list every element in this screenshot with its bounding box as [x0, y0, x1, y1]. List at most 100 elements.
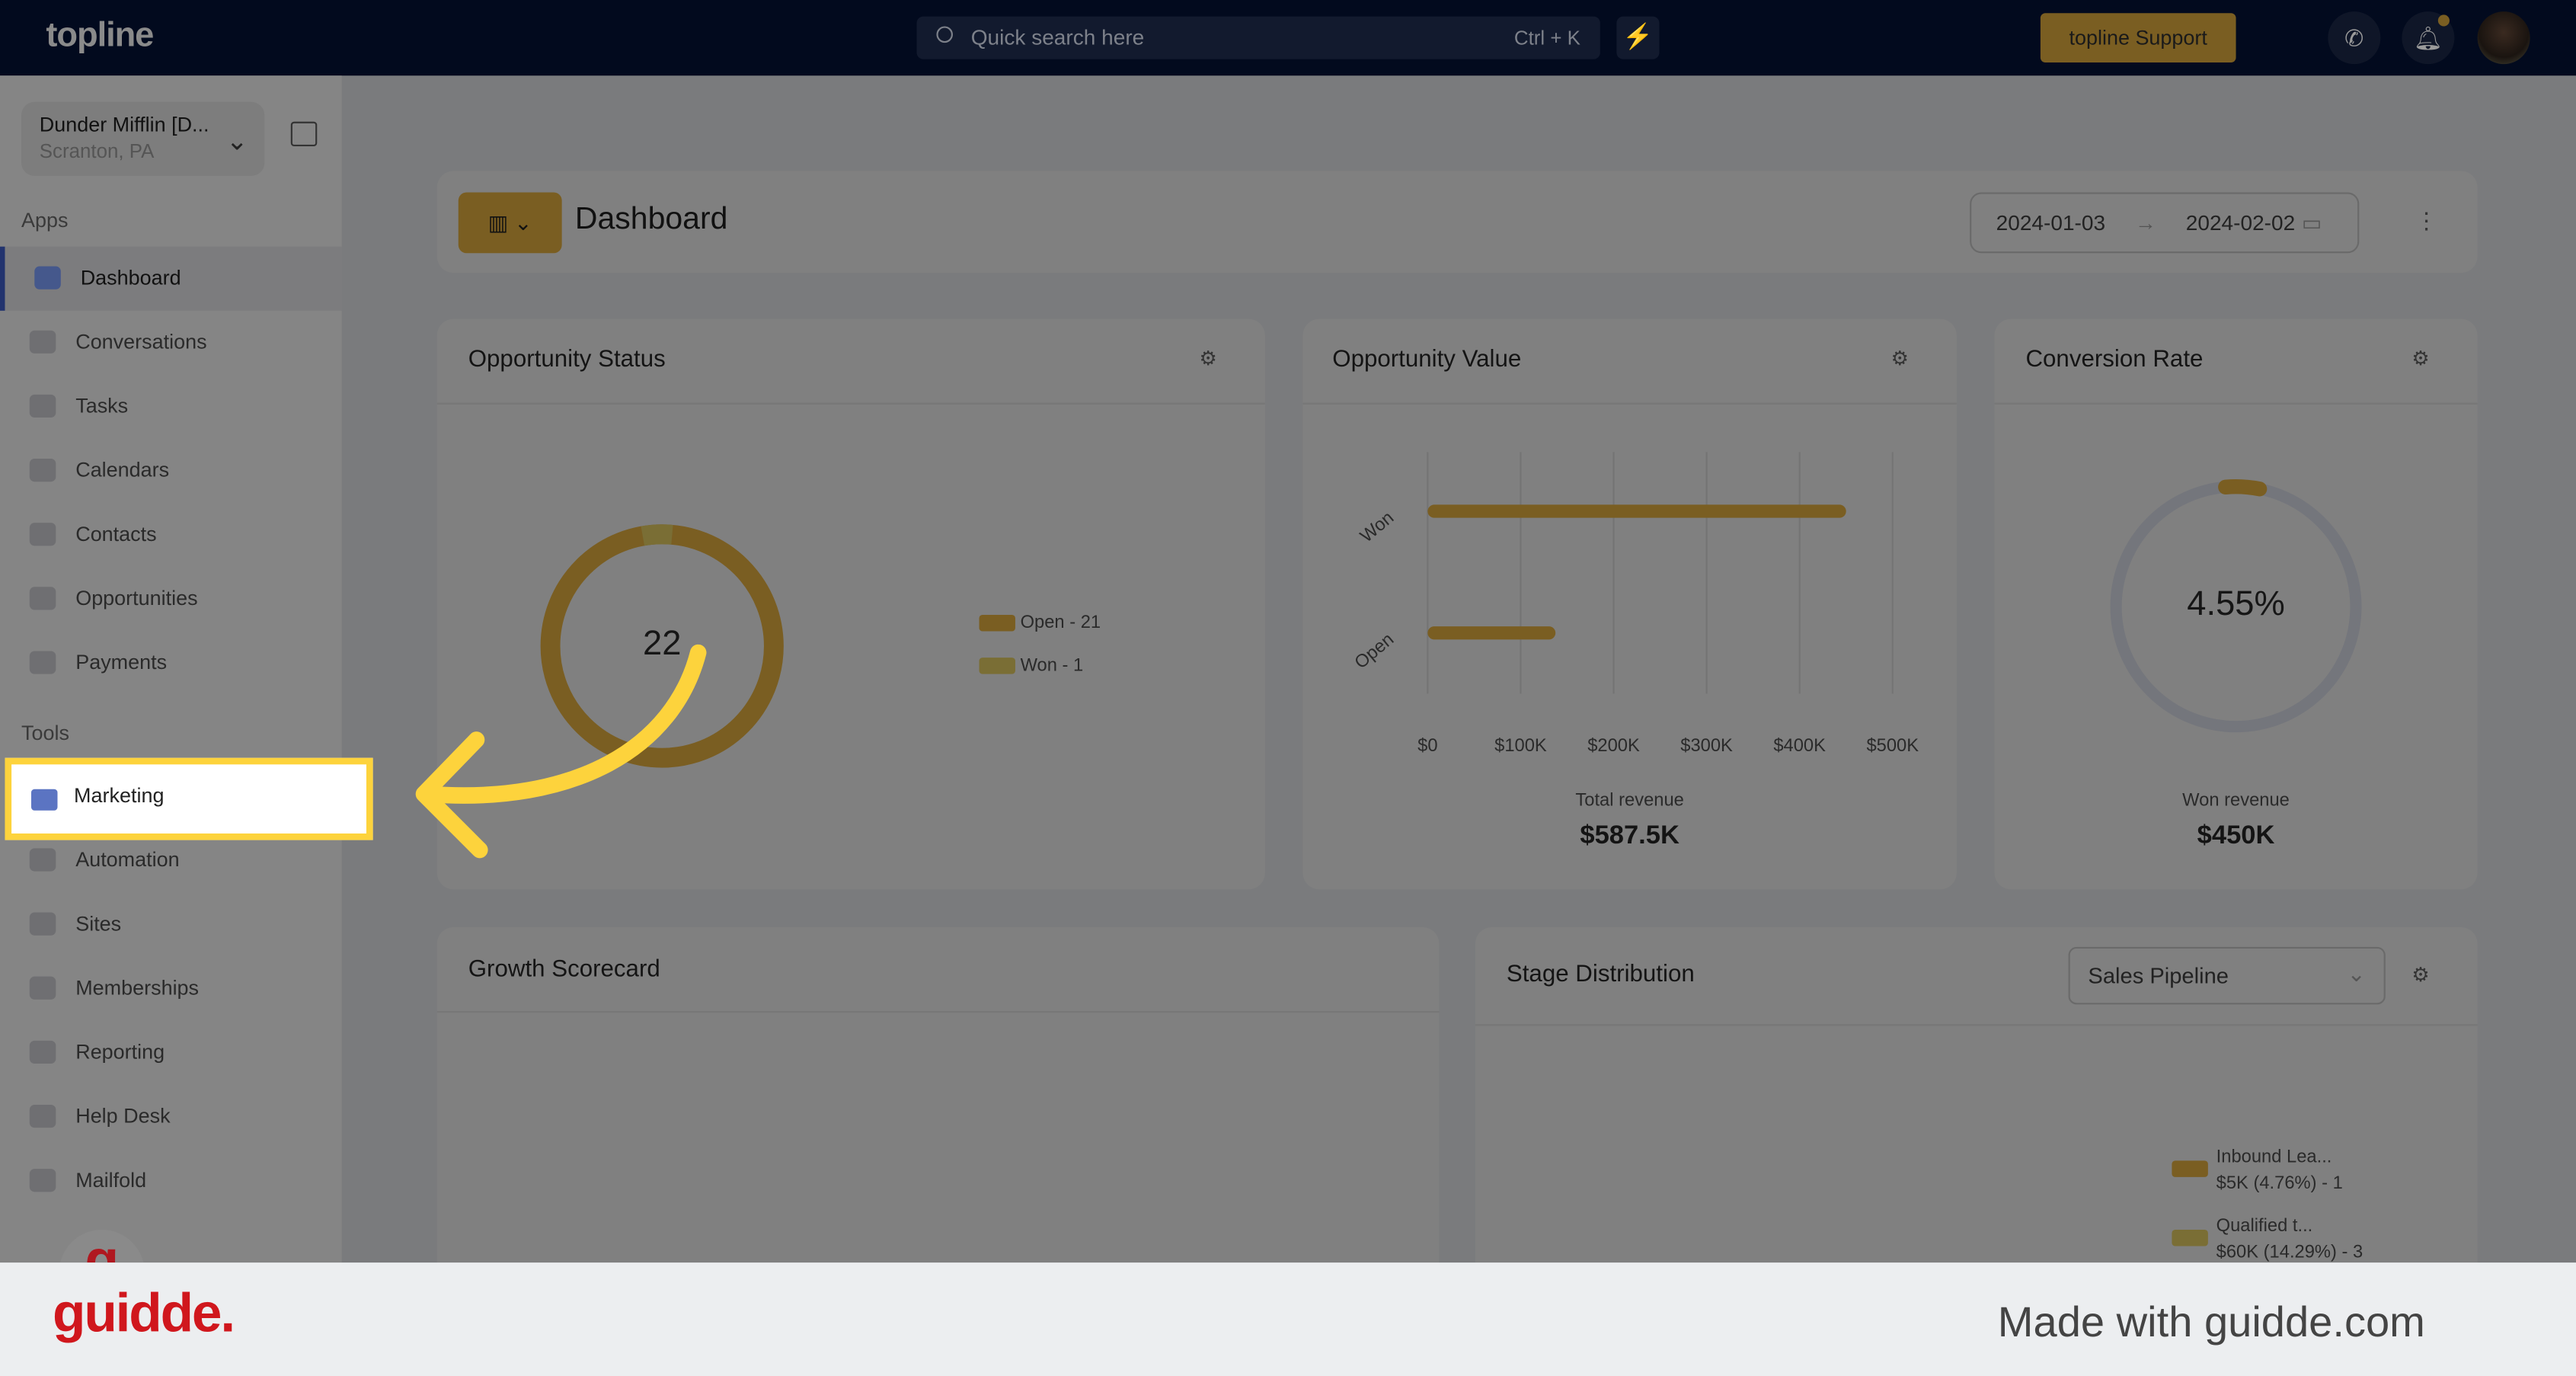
guidde-logo: guidde. — [53, 1282, 235, 1343]
won-revenue-label: Won revenue — [2182, 790, 2290, 811]
app-logo[interactable]: topline — [46, 17, 154, 56]
card-title: Growth Scorecard — [468, 956, 660, 984]
sidebar-item-memberships[interactable]: Memberships — [0, 957, 342, 1021]
phone-icon[interactable]: ✆ — [2328, 11, 2381, 65]
divider — [1475, 1024, 2478, 1026]
sidebar-item-tasks[interactable]: Tasks — [0, 375, 342, 439]
divider — [1994, 402, 2478, 405]
sidebar-item-dashboard[interactable]: Dashboard — [0, 246, 342, 311]
account-switcher[interactable]: Dunder Mifflin [D... Scranton, PA ⌄ — [21, 101, 265, 176]
account-name: Dunder Mifflin [D... — [39, 113, 209, 137]
nav-label: Automation — [75, 848, 180, 872]
chevron-down-icon: ⌄ — [225, 128, 248, 156]
sidebar-item-contacts[interactable]: Contacts — [0, 503, 342, 567]
nav-label: Payments — [75, 651, 168, 674]
x-tick-label: $400K — [1773, 736, 1826, 756]
divider — [1302, 402, 1957, 405]
legend-inbound[interactable]: Inbound Lea... $5K (4.76%) - 1 — [2172, 1144, 2343, 1197]
arrow-right-icon: → — [2134, 210, 2156, 235]
section-apps: Apps — [21, 209, 69, 232]
sidebar-item-payments[interactable]: Payments — [0, 632, 342, 696]
settings-icon[interactable]: ⚙ — [2411, 963, 2429, 986]
dashboard-switcher-button[interactable]: ▥ ⌄ — [458, 192, 562, 254]
calendar-icon: ▭ — [2301, 210, 2322, 235]
card-title: Conversion Rate — [2025, 347, 2204, 373]
sidebar-toggle-icon[interactable] — [290, 121, 318, 147]
globe-icon — [29, 912, 56, 936]
mail-icon — [29, 1169, 56, 1192]
target-icon — [29, 587, 56, 610]
sidebar-item-help-desk[interactable]: Help Desk — [0, 1085, 342, 1149]
help-icon — [29, 1104, 56, 1128]
date-to: 2024-02-02 — [2185, 210, 2296, 235]
search-input[interactable]: Quick search here Ctrl + K — [916, 16, 1600, 59]
avatar[interactable] — [2477, 11, 2530, 65]
gears-icon — [29, 848, 56, 872]
chevron-down-icon: ⌄ — [2347, 962, 2366, 987]
megaphone-icon — [30, 789, 58, 811]
sidebar-item-conversations[interactable]: Conversations — [0, 311, 342, 375]
conversion-value: 4.55% — [2187, 585, 2285, 623]
nav-label: Calendars — [75, 458, 170, 482]
nav-label: Memberships — [75, 976, 200, 1000]
more-options-icon[interactable]: ⋮ — [2415, 207, 2438, 235]
pipeline-select[interactable]: Sales Pipeline ⌄ — [2068, 946, 2386, 1005]
dashboard-icon — [34, 266, 61, 290]
calendar-icon — [29, 458, 56, 482]
legend-qualified[interactable]: Qualified t... $60K (14.29%) - 3 — [2172, 1213, 2363, 1266]
users-icon — [29, 976, 56, 1000]
sidebar-item-sites[interactable]: Sites — [0, 893, 342, 957]
nav-label: Sites — [75, 912, 122, 936]
support-button[interactable]: topline Support — [2040, 13, 2236, 62]
date-range-picker[interactable]: 2024-01-03 → 2024-02-02 ▭ — [1970, 192, 2360, 254]
total-revenue-label: Total revenue — [1575, 790, 1684, 811]
nav-label: Marketing — [74, 784, 165, 808]
date-from: 2024-01-03 — [1996, 210, 2106, 235]
lightning-icon[interactable]: ⚡ — [1616, 16, 1660, 59]
help-widget[interactable]: g — [59, 1229, 145, 1263]
bar-open — [1427, 626, 1556, 640]
settings-icon[interactable]: ⚙ — [1891, 347, 1909, 370]
contact-icon — [29, 523, 56, 546]
x-tick-label: $200K — [1587, 736, 1640, 756]
nav-label: Reporting — [75, 1040, 165, 1064]
nav-label: Tasks — [75, 394, 129, 418]
card-title: Stage Distribution — [1506, 962, 1695, 988]
opportunity-value-chart: $0 $100K $200K $300K $400K $500K Won Open — [1351, 452, 1919, 756]
bar-won — [1427, 504, 1846, 518]
nav-label: Contacts — [75, 523, 157, 546]
won-revenue-value: $450K — [2197, 821, 2275, 850]
card-title: Opportunity Status — [468, 347, 666, 373]
settings-icon[interactable]: ⚙ — [2411, 347, 2429, 370]
x-tick-label: $300K — [1680, 736, 1733, 756]
x-tick-label: $500K — [1866, 736, 1919, 756]
nav-label: Help Desk — [75, 1104, 171, 1128]
card-title: Opportunity Value — [1332, 347, 1522, 373]
legend-won[interactable]: Won - 1 — [979, 656, 1083, 676]
search-placeholder: Quick search here — [970, 24, 1145, 50]
y-tick-label: Open — [1351, 629, 1398, 673]
sidebar-item-reporting[interactable]: Reporting — [0, 1021, 342, 1085]
pie-icon — [29, 1040, 56, 1064]
tasks-icon — [29, 394, 56, 418]
notification-dot — [2437, 14, 2450, 27]
sidebar-item-mailfold[interactable]: Mailfold — [0, 1149, 342, 1213]
sidebar-item-calendars[interactable]: Calendars — [0, 439, 342, 503]
y-tick-label: Won — [1357, 508, 1398, 547]
nav-label: Opportunities — [75, 587, 198, 610]
nav-label: Mailfold — [75, 1169, 147, 1192]
x-tick-label: $100K — [1494, 736, 1547, 756]
section-tools: Tools — [21, 722, 69, 745]
nav-label: Dashboard — [80, 266, 181, 290]
nav-label: Conversations — [75, 330, 207, 354]
pointer-arrow-icon — [415, 644, 707, 859]
card-icon — [29, 651, 56, 674]
account-location: Scranton, PA — [39, 139, 155, 163]
settings-icon[interactable]: ⚙ — [1200, 347, 1217, 370]
footer-tagline: Made with guidde.com — [1997, 1297, 2425, 1347]
page-title: Dashboard — [574, 202, 728, 237]
total-revenue-value: $587.5K — [1580, 821, 1680, 850]
legend-open[interactable]: Open - 21 — [979, 613, 1101, 633]
sidebar-item-marketing-highlighted[interactable]: Marketing — [5, 757, 373, 840]
sidebar-item-opportunities[interactable]: Opportunities — [0, 567, 342, 631]
